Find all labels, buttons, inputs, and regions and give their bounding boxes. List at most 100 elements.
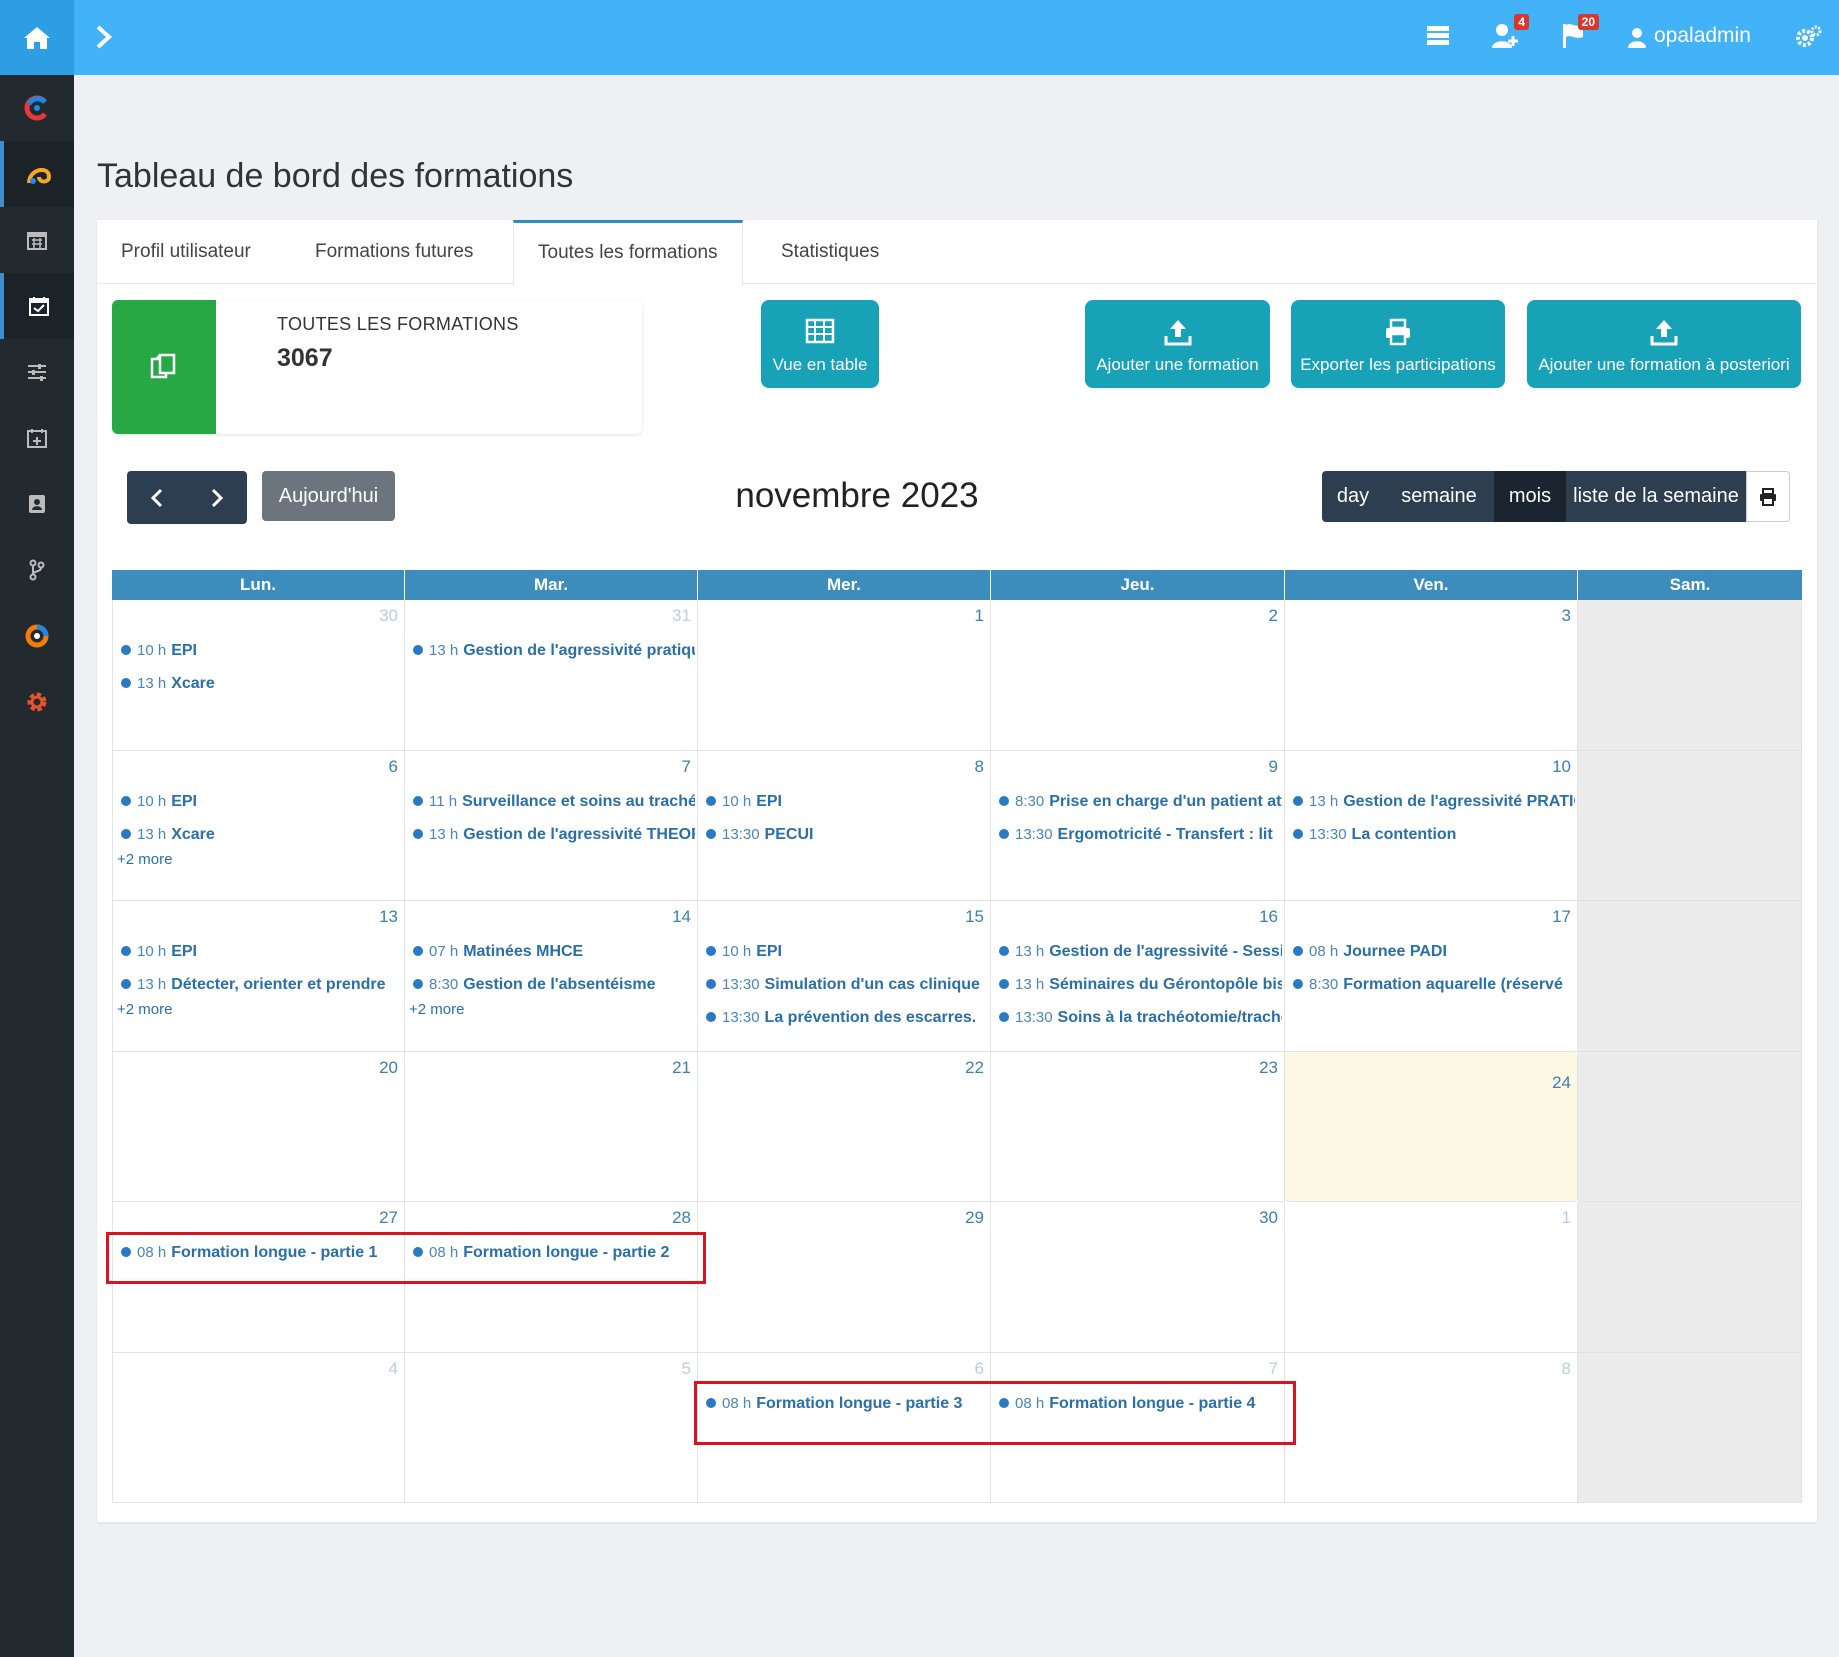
day-number[interactable]: 6 [975, 1359, 984, 1379]
calendar-event[interactable]: 10 h EPI [121, 638, 402, 664]
day-cell[interactable]: 1013 hGestion de l'agressivité PRATIQUE1… [1285, 750, 1578, 901]
add-user-notifications-button[interactable]: 4 [1491, 14, 1529, 52]
day-number[interactable]: 8 [975, 757, 984, 777]
day-number[interactable]: 15 [965, 907, 984, 927]
sidebar-item-brand-c[interactable] [0, 75, 74, 141]
calendar-event[interactable]: 13 h Xcare [121, 671, 402, 697]
day-number[interactable]: 27 [379, 1208, 398, 1228]
tab-profil-utilisateur[interactable]: Profil utilisateur [97, 220, 275, 284]
more-events-link[interactable]: +2 more [117, 1001, 172, 1018]
calendar-event[interactable]: 8:30 Formation aquarelle (réservé [1293, 972, 1575, 998]
calendar-event[interactable]: 08 h Journee PADI [1293, 939, 1575, 965]
day-number[interactable]: 7 [682, 757, 691, 777]
sidebar-toggle-chevron-icon[interactable] [92, 22, 116, 52]
calendar-event[interactable]: 8:30 Gestion de l'absentéisme [413, 972, 695, 998]
day-cell-saturday[interactable] [1578, 1352, 1802, 1503]
day-number[interactable]: 8 [1562, 1359, 1571, 1379]
day-cell[interactable]: 8 [1285, 1352, 1578, 1503]
calendar-event[interactable]: 13:30 Soins à la trachéotomie/trachéo [999, 1005, 1282, 1031]
calendar-event[interactable]: 10 h EPI [121, 939, 402, 965]
day-cell-saturday[interactable] [1578, 1051, 1802, 1202]
day-cell[interactable]: 27 08 h Formation longue - partie 1 [112, 1202, 405, 1353]
next-month-button[interactable] [187, 471, 247, 524]
sidebar-item-calendar-check[interactable] [0, 273, 74, 339]
calendar-event[interactable]: 13:30 PECUI [706, 822, 988, 848]
calendar-event[interactable]: 8:30Prise en charge d'un patient atteint [999, 789, 1282, 815]
home-button[interactable] [0, 0, 74, 75]
day-number[interactable]: 6 [389, 757, 398, 777]
tab-toutes-les-formations[interactable]: Toutes les formations [513, 220, 743, 285]
day-number[interactable]: 21 [672, 1058, 691, 1078]
day-number[interactable]: 10 [1552, 757, 1571, 777]
day-number[interactable]: 4 [389, 1359, 398, 1379]
day-number[interactable]: 5 [682, 1359, 691, 1379]
day-number[interactable]: 16 [1259, 907, 1278, 927]
day-cell[interactable]: 1 [698, 600, 991, 751]
day-number[interactable]: 1 [1562, 1208, 1571, 1228]
day-number[interactable]: 28 [672, 1208, 691, 1228]
day-cell-saturday[interactable] [1578, 1202, 1802, 1353]
day-number[interactable]: 30 [1259, 1208, 1278, 1228]
calendar-event[interactable]: 13:30 La prévention des escarres. [706, 1005, 988, 1031]
settings-gears-icon[interactable] [1795, 24, 1823, 50]
view-week-button[interactable]: semaine [1384, 471, 1494, 522]
day-cell[interactable]: 23 [991, 1051, 1285, 1202]
day-cell[interactable]: 16 13 h Gestion de l'agressivité - Session… [991, 901, 1285, 1052]
calendar-event[interactable]: 10 h EPI [121, 789, 402, 815]
day-cell[interactable]: 7 08 h Formation longue - partie 4 [991, 1352, 1285, 1503]
day-cell-saturday[interactable] [1578, 750, 1802, 901]
calendar-print-button[interactable] [1746, 471, 1790, 522]
calendar-event[interactable]: 13 h Gestion de l'agressivité pratique [413, 638, 695, 664]
server-list-icon[interactable] [1425, 22, 1455, 52]
day-cell[interactable]: 14 07 h Matinées MHCE 8:30 Gestion de l'abse… [405, 901, 698, 1052]
more-events-link[interactable]: +2 more [409, 1001, 464, 1018]
day-number[interactable]: 7 [1269, 1359, 1278, 1379]
calendar-event[interactable]: 08 h Formation longue - partie 4 [999, 1391, 1282, 1417]
sidebar-item-settings-sliders[interactable] [0, 339, 74, 405]
day-cell[interactable]: 6 08 h Formation longue - partie 3 [698, 1352, 991, 1503]
sidebar-item-opal-logo[interactable] [0, 603, 74, 669]
day-cell[interactable]: 17 08 h Journee PADI 8:30 Formation aquarell… [1285, 901, 1578, 1052]
day-cell[interactable]: 13 10 h EPI 13 h Détecter, orienter et prend… [112, 901, 405, 1052]
day-number[interactable]: 30 [379, 606, 398, 626]
calendar-event[interactable]: 13:30 La contention [1293, 822, 1575, 848]
table-view-button[interactable]: Vue en table [761, 300, 879, 388]
day-cell-saturday[interactable] [1578, 901, 1802, 1052]
day-number[interactable]: 9 [1269, 757, 1278, 777]
calendar-event[interactable]: 13 h Xcare [121, 822, 402, 848]
export-participations-button[interactable]: Exporter les participations [1291, 300, 1505, 388]
today-button[interactable]: Aujourd'hui [262, 471, 395, 521]
day-cell[interactable]: 6 10 h EPI 13 h Xcare +2 more [112, 750, 405, 901]
sidebar-item-admin-gear[interactable] [0, 669, 74, 735]
day-cell[interactable]: 9 8:30Prise en charge d'un patient attein… [991, 750, 1285, 901]
calendar-event[interactable]: 08 h Formation longue - partie 1 [121, 1240, 402, 1266]
calendar-event[interactable]: 13 h Gestion de l'agressivité THEORIE [413, 822, 695, 848]
calendar-event[interactable]: 08 h Formation longue - partie 3 [706, 1391, 988, 1417]
calendar-event[interactable]: 13:30 Ergomotricité - Transfert : lit [999, 822, 1282, 848]
flag-notifications-button[interactable]: 20 [1561, 14, 1599, 52]
day-number[interactable]: 1 [975, 606, 984, 626]
sidebar-item-branch[interactable] [0, 537, 74, 603]
day-cell[interactable]: 1 [1285, 1202, 1578, 1353]
day-number[interactable]: 17 [1552, 907, 1571, 927]
sidebar-item-calendar[interactable] [0, 207, 74, 273]
day-number[interactable]: 2 [1269, 606, 1278, 626]
prev-month-button[interactable] [127, 471, 187, 524]
calendar-event[interactable]: 07 h Matinées MHCE [413, 939, 695, 965]
add-formation-posteriori-button[interactable]: Ajouter une formation à posteriori [1527, 300, 1801, 388]
day-cell[interactable]: 29 [698, 1202, 991, 1353]
day-cell[interactable]: 28 08 h Formation longue - partie 2 [405, 1202, 698, 1353]
calendar-event[interactable]: 10 h EPI [706, 789, 988, 815]
calendar-event[interactable]: 13 h Détecter, orienter et prendre [121, 972, 402, 998]
calendar-event[interactable]: 10 h EPI [706, 939, 988, 965]
calendar-event[interactable]: 13 h Séminaires du Gérontopôle bis [999, 972, 1282, 998]
day-number[interactable]: 14 [672, 907, 691, 927]
tab-statistiques[interactable]: Statistiques [757, 220, 903, 284]
view-month-button[interactable]: mois [1494, 471, 1566, 522]
day-cell[interactable]: 30 [991, 1202, 1285, 1353]
calendar-event[interactable]: 08 h Formation longue - partie 2 [413, 1240, 695, 1266]
day-cell-saturday[interactable] [1578, 600, 1802, 751]
day-cell[interactable]: 30 10 h EPI 13 h Xcare [112, 600, 405, 751]
username-menu[interactable]: opaladmin [1654, 24, 1751, 48]
day-number[interactable]: 31 [672, 606, 691, 626]
